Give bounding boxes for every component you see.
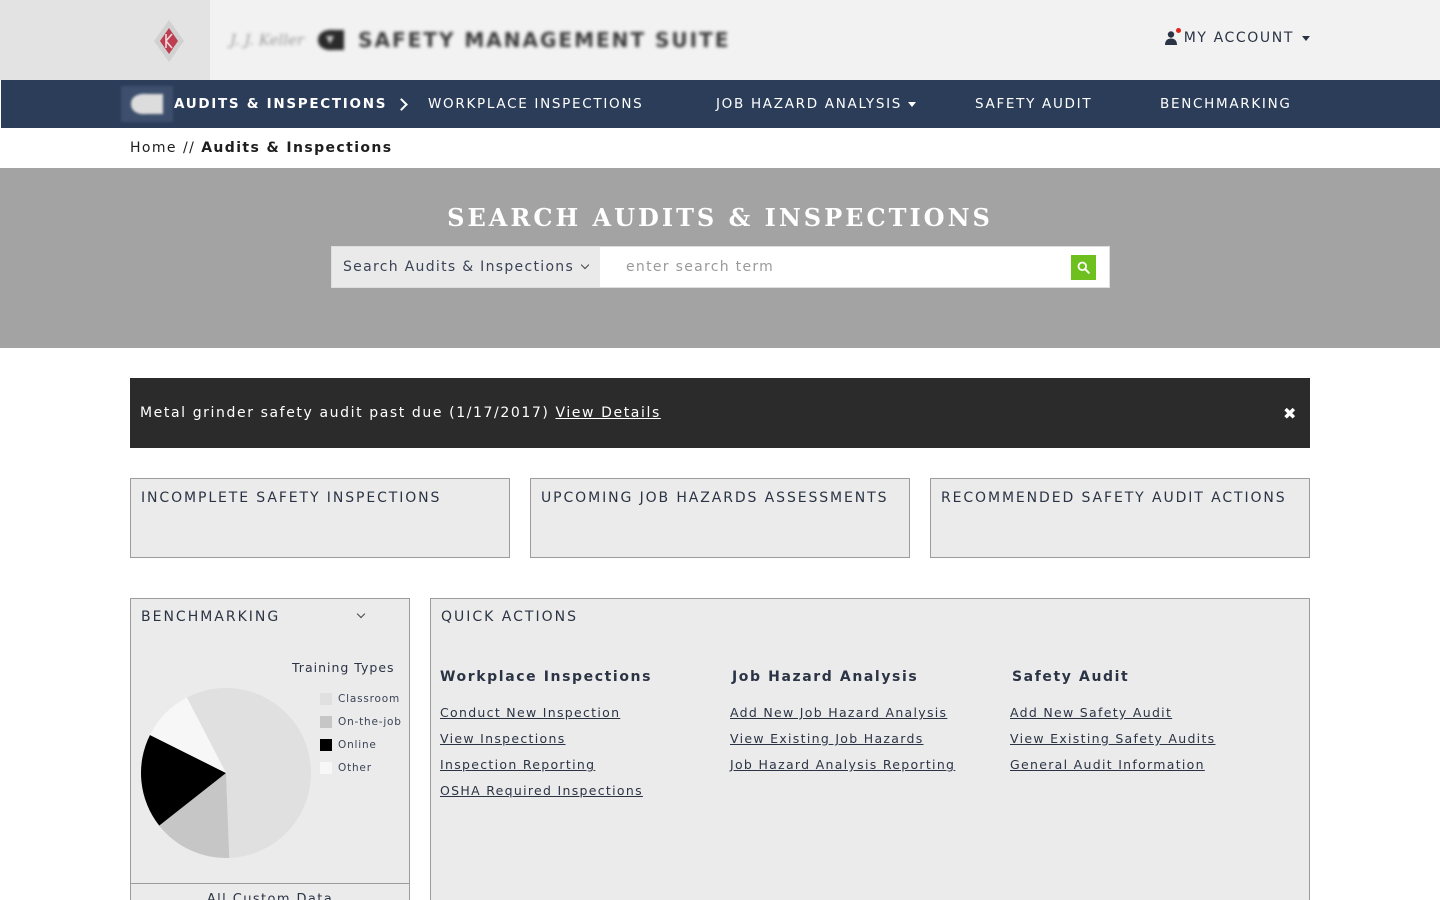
chevron-down-icon: [580, 260, 590, 270]
alert-message: Metal grinder safety audit past due (1/1…: [140, 405, 550, 421]
legend-swatch: [320, 692, 332, 705]
nav-label: JOB HAZARD ANALYSIS: [716, 96, 903, 112]
legend-label: On-the-job: [338, 715, 402, 728]
add-safety-audit-link[interactable]: Add New Safety Audit: [1010, 705, 1215, 731]
legend-swatch: [320, 761, 332, 774]
search-icon: [1077, 261, 1090, 274]
nav-label: SAFETY AUDIT: [975, 96, 1093, 112]
column-title: Job Hazard Analysis: [732, 669, 919, 685]
legend-item: Online: [320, 733, 402, 756]
chart-title: Training Types: [292, 660, 395, 675]
user-icon: [1164, 28, 1181, 46]
legend-label: Online: [338, 738, 377, 751]
nav-safety-audit[interactable]: SAFETY AUDIT: [975, 80, 1092, 128]
search-bar: Search Audits & Inspections: [331, 246, 1110, 288]
nav-label: AUDITS & INSPECTIONS: [174, 96, 388, 112]
add-job-hazard-analysis-link[interactable]: Add New Job Hazard Analysis: [730, 705, 955, 731]
logo-tile[interactable]: [0, 0, 210, 80]
nav-benchmarking[interactable]: BENCHMARKING: [1160, 80, 1292, 128]
general-audit-information-link[interactable]: General Audit Information: [1010, 757, 1215, 783]
breadcrumb-separator: //: [182, 140, 196, 156]
legend-label: Classroom: [338, 692, 400, 705]
my-account-menu[interactable]: MY ACCOUNT: [1164, 28, 1310, 46]
search-scope-value: Search Audits & Inspections: [343, 259, 575, 275]
upcoming-assessments-panel[interactable]: UPCOMING JOB HAZARDS ASSESSMENTS: [530, 478, 910, 558]
search-input[interactable]: [600, 247, 1109, 287]
incomplete-inspections-panel[interactable]: INCOMPLETE SAFETY INSPECTIONS: [130, 478, 510, 558]
legend-swatch: [320, 715, 332, 728]
quick-actions-panel: QUICK ACTIONS Workplace Inspections Cond…: [430, 598, 1310, 900]
close-icon[interactable]: ✖: [1283, 404, 1298, 423]
job-hazard-analysis-column: Job Hazard Analysis Add New Job Hazard A…: [730, 669, 955, 783]
top-header: J. J. Keller SAFETY MANAGEMENT SUITE MY …: [0, 0, 1440, 80]
brand-small-text: J. J. Keller: [230, 31, 305, 49]
section-logo-icon: [121, 86, 173, 122]
search-title: SEARCH AUDITS & INSPECTIONS: [447, 203, 993, 232]
nav-audits-inspections[interactable]: AUDITS & INSPECTIONS: [174, 80, 409, 128]
nav-workplace-inspections[interactable]: WORKPLACE INSPECTIONS: [428, 80, 643, 128]
benchmarking-title: BENCHMARKING: [141, 609, 281, 625]
column-title: Workplace Inspections: [440, 669, 653, 685]
nav-label: BENCHMARKING: [1160, 96, 1292, 112]
legend-label: Other: [338, 761, 372, 774]
safety-audit-column: Safety Audit Add New Safety Audit View E…: [1010, 669, 1215, 783]
chevron-right-icon: [395, 97, 409, 111]
quick-actions-title: QUICK ACTIONS: [441, 609, 578, 625]
nav-label: WORKPLACE INSPECTIONS: [428, 96, 644, 112]
brand-logo[interactable]: J. J. Keller SAFETY MANAGEMENT SUITE: [230, 26, 730, 54]
view-safety-audits-link[interactable]: View Existing Safety Audits: [1010, 731, 1215, 757]
view-details-link[interactable]: View Details: [555, 405, 660, 421]
main-nav: AUDITS & INSPECTIONS WORKPLACE INSPECTIO…: [1, 80, 1440, 128]
benchmarking-panel: BENCHMARKING Training Types Classroom On-…: [130, 598, 410, 900]
panel-title: INCOMPLETE SAFETY INSPECTIONS: [141, 490, 442, 506]
recommended-actions-panel[interactable]: RECOMMENDED SAFETY AUDIT ACTIONS: [930, 478, 1310, 558]
past-due-alert: Metal grinder safety audit past due (1/1…: [130, 378, 1310, 448]
search-button[interactable]: [1071, 255, 1096, 280]
caret-down-icon: [1302, 35, 1310, 41]
view-inspections-link[interactable]: View Inspections: [440, 731, 652, 757]
panel-title: RECOMMENDED SAFETY AUDIT ACTIONS: [941, 490, 1287, 506]
benchmarking-filter[interactable]: All Custom Data: [131, 883, 409, 900]
inspection-reporting-link[interactable]: Inspection Reporting: [440, 757, 652, 783]
training-types-pie-chart: [141, 688, 311, 858]
job-hazard-reporting-link[interactable]: Job Hazard Analysis Reporting: [730, 757, 955, 783]
legend-item: Classroom: [320, 687, 402, 710]
brand-mark-icon: [318, 29, 345, 51]
conduct-new-inspection-link[interactable]: Conduct New Inspection: [440, 705, 652, 731]
kk-shield-logo: [154, 20, 184, 62]
legend-item: Other: [320, 756, 402, 779]
workplace-inspections-column: Workplace Inspections Conduct New Inspec…: [440, 669, 652, 809]
breadcrumb: Home // Audits & Inspections: [130, 140, 393, 156]
search-scope-select[interactable]: Search Audits & Inspections: [332, 247, 600, 287]
column-title: Safety Audit: [1012, 669, 1130, 685]
breadcrumb-home[interactable]: Home: [130, 140, 177, 156]
my-account-label: MY ACCOUNT: [1183, 30, 1294, 46]
caret-down-icon: [908, 101, 917, 107]
notification-dot: [1175, 28, 1181, 33]
osha-required-inspections-link[interactable]: OSHA Required Inspections: [440, 783, 652, 809]
chart-legend: Classroom On-the-job Online Other: [320, 687, 402, 779]
breadcrumb-current: Audits & Inspections: [201, 140, 393, 156]
view-job-hazards-link[interactable]: View Existing Job Hazards: [730, 731, 955, 757]
brand-title: SAFETY MANAGEMENT SUITE: [358, 28, 731, 52]
nav-job-hazard-analysis[interactable]: JOB HAZARD ANALYSIS: [716, 80, 917, 128]
chevron-down-icon[interactable]: [356, 609, 366, 619]
legend-swatch: [320, 738, 332, 751]
panel-title: UPCOMING JOB HAZARDS ASSESSMENTS: [541, 490, 889, 506]
legend-item: On-the-job: [320, 710, 402, 733]
